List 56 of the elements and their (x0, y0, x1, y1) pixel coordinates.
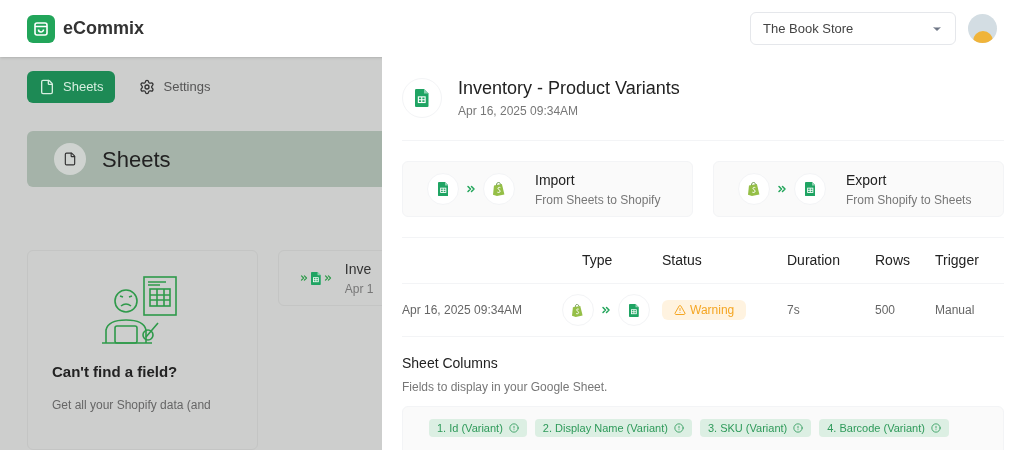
double-chevron-icon (322, 273, 333, 283)
column-header: Trigger (935, 251, 980, 270)
double-chevron-icon (776, 183, 788, 195)
info-icon (508, 423, 519, 433)
status-badge: Warning (662, 300, 747, 320)
shopping-bag-icon (572, 303, 584, 317)
direction-title: Import (535, 170, 576, 190)
double-chevron-icon (465, 183, 477, 195)
drawer-date: Apr 16, 2025 09:34AM (458, 103, 580, 120)
nav-tab[interactable]: Sheets (27, 71, 116, 103)
warning-icon (674, 304, 686, 316)
column-chip[interactable]: 2. Display Name (Variant) (534, 419, 692, 437)
column-header: Duration (787, 251, 841, 270)
banner-title: Sheets (102, 145, 171, 174)
sheet-card-title: Inve (344, 259, 373, 279)
avatar[interactable] (968, 14, 997, 43)
spreadsheet-icon (629, 303, 639, 317)
info-icon (673, 423, 684, 433)
direction-title: Export (846, 170, 888, 190)
direction-card[interactable]: Import From Sheets to Shopify (402, 161, 693, 217)
table-cell-text: Manual (935, 302, 976, 319)
direction-subtitle: From Sheets to Shopify (535, 191, 661, 209)
info-icon (930, 423, 941, 433)
app-name: eCommix (63, 17, 145, 40)
spreadsheet-icon (437, 182, 449, 196)
double-chevron-icon (600, 304, 612, 316)
document-icon (54, 143, 86, 175)
logo-icon (27, 14, 55, 43)
document-icon (39, 79, 55, 95)
table-cell-text: Apr 16, 2025 09:34AM (402, 302, 524, 319)
settings-icon (139, 79, 156, 95)
column-header: Rows (875, 251, 911, 270)
column-chip[interactable]: 1. Id (Variant) (429, 419, 527, 437)
nav-tab[interactable]: Settings (131, 71, 219, 103)
table-cell-text: 7s (787, 302, 801, 319)
section-title: Sheet Columns (402, 354, 499, 373)
help-card-text: Get all your Shopify data (and (52, 396, 212, 414)
table-cell-text: 500 (875, 302, 897, 319)
drawer-title: Inventory - Product Variants (458, 77, 680, 100)
shopping-bag-icon (493, 182, 505, 196)
shopping-bag-icon (748, 182, 760, 196)
spreadsheet-icon (311, 271, 321, 285)
column-chip[interactable]: 3. SKU (Variant) (699, 419, 812, 437)
store-select[interactable]: The Book Store (750, 12, 956, 45)
spreadsheet-icon (415, 88, 429, 107)
direction-card[interactable]: Export From Shopify to Sheets (713, 161, 1004, 217)
direction-subtitle: From Shopify to Sheets (846, 191, 972, 209)
column-header: Type (581, 251, 614, 270)
help-card-title: Can't find a field? (52, 362, 179, 382)
double-chevron-icon (299, 273, 309, 283)
spreadsheet-icon (804, 182, 816, 196)
column-header: Status (662, 251, 703, 270)
column-chip[interactable]: 4. Barcode (Variant) (819, 419, 949, 437)
section-subtitle: Fields to display in your Google Sheet. (402, 379, 609, 396)
info-icon (793, 423, 804, 433)
sheet-card-date: Apr 1 (344, 280, 374, 298)
